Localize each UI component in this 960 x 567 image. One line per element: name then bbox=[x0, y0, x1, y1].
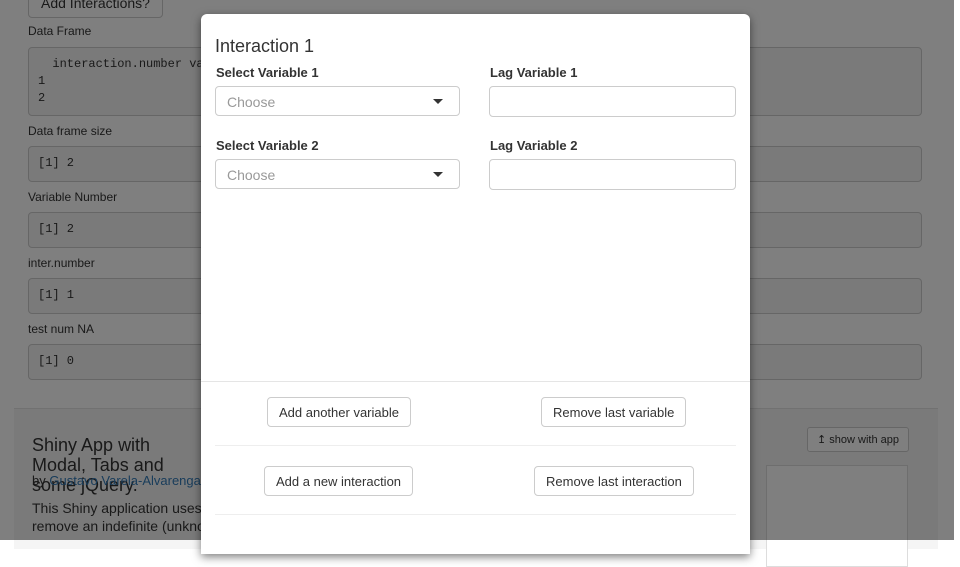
select-variable-2-label: Select Variable 2 bbox=[216, 138, 319, 153]
scrollbar[interactable] bbox=[954, 0, 960, 540]
lag-variable-2-input[interactable] bbox=[489, 159, 736, 190]
bottom-divider bbox=[215, 514, 736, 515]
select-placeholder: Choose bbox=[227, 167, 276, 183]
modal-footer-divider bbox=[201, 381, 750, 382]
select-variable-1[interactable]: Choose bbox=[215, 86, 460, 116]
add-interaction-button[interactable]: Add a new interaction bbox=[264, 466, 414, 496]
select-variable-2[interactable]: Choose bbox=[215, 159, 460, 189]
lag-variable-1-input[interactable] bbox=[489, 86, 736, 117]
add-variable-button[interactable]: Add another variable bbox=[267, 397, 411, 427]
lag-variable-2-label: Lag Variable 2 bbox=[490, 138, 578, 153]
button-row-divider bbox=[215, 445, 736, 446]
caret-down-icon bbox=[433, 172, 443, 177]
interaction-modal: Interaction 1 Select Variable 1 Choose L… bbox=[201, 14, 750, 554]
remove-interaction-button[interactable]: Remove last interaction bbox=[534, 466, 694, 496]
caret-down-icon bbox=[433, 99, 443, 104]
select-placeholder: Choose bbox=[227, 94, 276, 110]
select-variable-1-label: Select Variable 1 bbox=[216, 65, 319, 80]
lag-variable-1-label: Lag Variable 1 bbox=[490, 65, 578, 80]
remove-variable-button[interactable]: Remove last variable bbox=[541, 397, 687, 427]
modal-title: Interaction 1 bbox=[215, 36, 315, 56]
